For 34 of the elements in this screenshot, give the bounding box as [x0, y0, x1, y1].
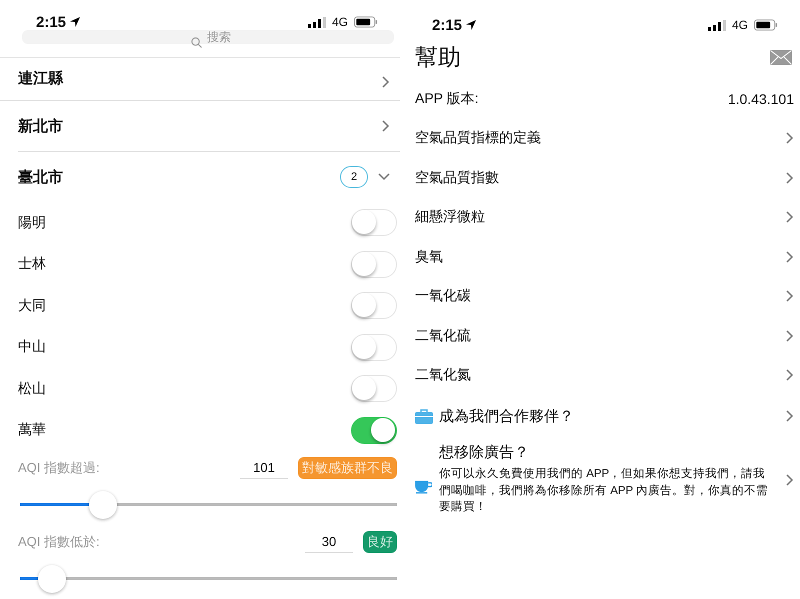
region-row[interactable]: 新北市 — [18, 101, 400, 152]
version-label: APP 版本: — [415, 90, 479, 108]
value-field[interactable]: 101 — [240, 457, 288, 479]
help-topic[interactable]: 一氧化碳 — [415, 276, 800, 316]
threshold-label: AQI 指數超過: — [18, 459, 100, 477]
help-topic[interactable]: 臭氧 — [415, 237, 800, 276]
network-label: 4G — [332, 15, 348, 29]
status-time: 2:15 — [432, 16, 462, 34]
extra-title[interactable]: 成為我們合作夥伴？ — [439, 406, 776, 426]
page-title: 幫助 — [415, 42, 461, 72]
extra-description: 你可以永久免費使用我們的 APP，但如果你想支持我們，請我們喝咖啡，我們將為你移除所有 APP 內廣告。對，你真的不需要購買！ — [439, 466, 770, 516]
region-row[interactable]: 臺北市 2 — [18, 152, 400, 202]
district-label: 松山 — [18, 380, 46, 398]
version-number: 1.0.43.101 — [728, 90, 794, 107]
help-topic[interactable]: 空氣品質指數 — [415, 158, 800, 198]
district-label: 士林 — [18, 255, 46, 274]
network-label: 4G — [732, 18, 748, 32]
search-field[interactable]: 搜索 — [22, 30, 394, 44]
help-topic[interactable]: 空氣品質指標的定義 — [415, 118, 800, 158]
aqi-tag: 對敏感族群不良 — [298, 457, 397, 479]
aqi-tag: 良好 — [363, 531, 397, 553]
help-topic[interactable]: 二氧化硫 — [415, 316, 800, 356]
status-time: 2:15 — [36, 14, 66, 30]
help-topic[interactable]: 細懸浮微粒 — [415, 198, 800, 237]
count-badge: 2 — [340, 166, 368, 188]
district-label: 萬華 — [18, 421, 46, 440]
help-topic[interactable]: 二氧化氮 — [415, 356, 800, 395]
district-label: 中山 — [18, 338, 46, 356]
region-row[interactable]: 連江縣 — [0, 57, 400, 101]
extra-title[interactable]: 想移除廣告？ — [439, 443, 776, 462]
district-label: 陽明 — [18, 214, 46, 232]
value-field[interactable]: 30 — [305, 531, 353, 553]
district-label: 大同 — [18, 296, 46, 315]
threshold-label: AQI 指數低於: — [18, 533, 100, 551]
